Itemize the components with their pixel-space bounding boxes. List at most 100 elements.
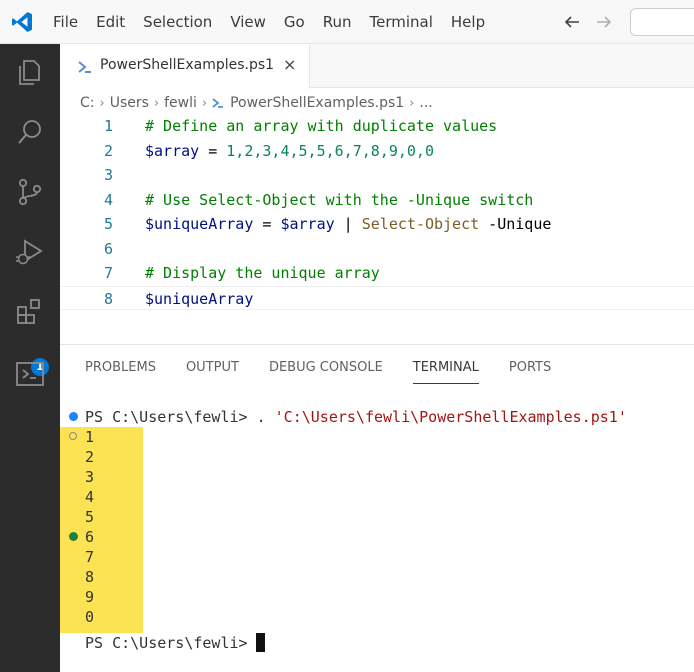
terminal-output-line: 2 xyxy=(85,448,95,466)
menu-go[interactable]: Go xyxy=(275,0,314,44)
menu-help[interactable]: Help xyxy=(442,0,494,44)
breadcrumb-drive[interactable]: C: xyxy=(80,95,95,111)
breadcrumb-fewli[interactable]: fewli xyxy=(164,95,197,111)
code-token: # Define an array with duplicate values xyxy=(145,117,498,135)
code-token: = xyxy=(253,215,281,233)
terminal-prompt: PS C:\Users\fewli> . xyxy=(85,408,275,426)
code-text: # Define an array with duplicate values xyxy=(145,114,497,138)
menu-terminal[interactable]: Terminal xyxy=(361,0,442,44)
tab-output[interactable]: OUTPUT xyxy=(186,345,239,391)
code-token: # Use Select-Object with the -Unique swi… xyxy=(145,190,534,209)
terminal[interactable]: PS C:\Users\fewli> . 'C:\Users\fewli\Pow… xyxy=(60,407,694,672)
chevron-right-icon: › xyxy=(99,95,105,111)
code-text: $uniqueArray = $array | Select-Object -U… xyxy=(145,212,551,236)
line-number: 7 xyxy=(103,264,113,282)
code-token: $uniqueArray xyxy=(145,289,254,308)
vscode-logo-icon xyxy=(12,12,32,32)
terminal-output-line: 7 xyxy=(85,548,95,566)
breadcrumb-more[interactable]: ... xyxy=(419,95,432,111)
search-icon[interactable] xyxy=(14,116,46,148)
extensions-icon[interactable] xyxy=(14,296,46,328)
code-text: $uniqueArray xyxy=(145,287,253,311)
tab-terminal[interactable]: TERMINAL xyxy=(412,345,480,391)
code-line[interactable]: 7 # Display the unique array xyxy=(60,261,694,285)
line-number: 4 xyxy=(103,190,113,209)
code-token: # Display the unique array xyxy=(145,264,380,282)
line-number: 3 xyxy=(103,166,113,184)
terminal-cursor xyxy=(256,633,265,652)
explorer-icon[interactable] xyxy=(14,56,46,88)
editor-tab-bar: PowerShellExamples.ps1 × xyxy=(60,44,694,89)
chevron-right-icon: › xyxy=(201,95,208,111)
arrow-right-icon[interactable] xyxy=(593,11,615,33)
close-icon[interactable]: × xyxy=(283,57,296,73)
command-center-search[interactable] xyxy=(630,8,694,36)
line-number: 2 xyxy=(103,141,113,160)
terminal-command-line: PS C:\Users\fewli> . 'C:\Users\fewli\Pow… xyxy=(85,407,627,427)
code-line[interactable]: 6 xyxy=(60,237,694,261)
bottom-panel: PROBLEMS OUTPUT DEBUG CONSOLE TERMINAL P… xyxy=(60,344,694,672)
code-text: $array = 1,2,3,4,5,5,6,7,8,9,0,0 xyxy=(145,139,434,163)
breadcrumb: C: › Users › fewli › PowerShellExamples.… xyxy=(80,92,433,114)
chevron-right-icon: › xyxy=(409,95,415,111)
code-line[interactable]: 1 # Define an array with duplicate values xyxy=(60,114,694,138)
code-token: 1,2,3,4,5,5,6,7,8,9,0,0 xyxy=(226,141,434,160)
code-line[interactable]: 2 $array = 1,2,3,4,5,5,6,7,8,9,0,0 xyxy=(60,139,694,163)
code-token: $array xyxy=(145,141,200,160)
code-line[interactable]: 8 $uniqueArray xyxy=(60,285,694,311)
menu-bar: File Edit Selection View Go Run Terminal… xyxy=(44,0,494,44)
terminal-script-path: 'C:\Users\fewli\PowerShellExamples.ps1' xyxy=(274,408,627,426)
terminal-output-line: 1 xyxy=(85,428,95,446)
chevron-right-icon: › xyxy=(153,95,160,111)
tab-ports[interactable]: PORTS xyxy=(509,345,551,391)
code-token: Select-Object xyxy=(361,215,480,233)
code-text: # Display the unique array xyxy=(145,261,380,285)
terminal-output-line: 3 xyxy=(85,468,95,486)
terminal-output-line: 6 xyxy=(85,528,95,546)
code-token: -Unique xyxy=(479,215,552,233)
activity-bar: 1 xyxy=(0,44,60,672)
breadcrumb-file[interactable]: PowerShellExamples.ps1 xyxy=(230,95,404,111)
terminal-final-prompt: PS C:\Users\fewli> xyxy=(85,634,257,652)
line-number: 5 xyxy=(103,215,113,233)
source-control-icon[interactable] xyxy=(14,176,46,208)
powershell-file-icon xyxy=(78,61,91,73)
code-text: # Use Select-Object with the -Unique swi… xyxy=(145,188,533,212)
line-number: 1 xyxy=(103,117,113,135)
menu-run[interactable]: Run xyxy=(314,0,361,44)
terminal-output-line: 8 xyxy=(85,568,95,586)
tab-debug-console[interactable]: DEBUG CONSOLE xyxy=(269,345,383,391)
command-decoration-green-icon[interactable] xyxy=(69,532,78,541)
menu-file[interactable]: File xyxy=(44,0,87,44)
terminal-output-line: 4 xyxy=(85,488,95,506)
code-token: $uniqueArray xyxy=(145,215,254,233)
breadcrumb-users[interactable]: Users xyxy=(110,95,149,111)
command-success-dot-icon[interactable] xyxy=(69,412,78,421)
line-number: 6 xyxy=(103,239,113,258)
run-debug-icon[interactable] xyxy=(14,236,46,268)
panel-tabs: PROBLEMS OUTPUT DEBUG CONSOLE TERMINAL P… xyxy=(85,345,581,391)
tab-problems[interactable]: PROBLEMS xyxy=(85,345,156,391)
menu-selection[interactable]: Selection xyxy=(134,0,221,44)
code-token: $array xyxy=(280,215,335,233)
code-token: = xyxy=(199,141,227,160)
terminal-output-line: 0 xyxy=(85,608,95,626)
command-decoration-hollow-icon[interactable] xyxy=(69,432,77,440)
code-line[interactable]: 4 # Use Select-Object with the -Unique sw… xyxy=(60,188,694,212)
menu-edit[interactable]: Edit xyxy=(87,0,134,44)
code-token: | xyxy=(334,215,362,233)
arrow-left-icon[interactable] xyxy=(561,11,583,33)
remote-explorer-icon[interactable] xyxy=(14,358,46,390)
tab-label: PowerShellExamples.ps1 xyxy=(100,57,275,73)
code-editor[interactable]: 1 # Define an array with duplicate values… xyxy=(60,114,694,314)
output-highlight xyxy=(60,427,143,633)
menu-view[interactable]: View xyxy=(221,0,275,44)
terminal-output-line: 9 xyxy=(85,588,95,606)
code-line[interactable]: 5 $uniqueArray = $array | Select-Object -… xyxy=(60,212,694,236)
code-line[interactable]: 3 xyxy=(60,163,694,187)
terminal-output-line: 5 xyxy=(85,508,95,526)
powershell-file-icon xyxy=(212,98,224,108)
title-bar: File Edit Selection View Go Run Terminal… xyxy=(0,0,694,44)
tab-powershell-examples[interactable]: PowerShellExamples.ps1 × xyxy=(60,44,310,89)
line-number: 8 xyxy=(103,289,113,308)
